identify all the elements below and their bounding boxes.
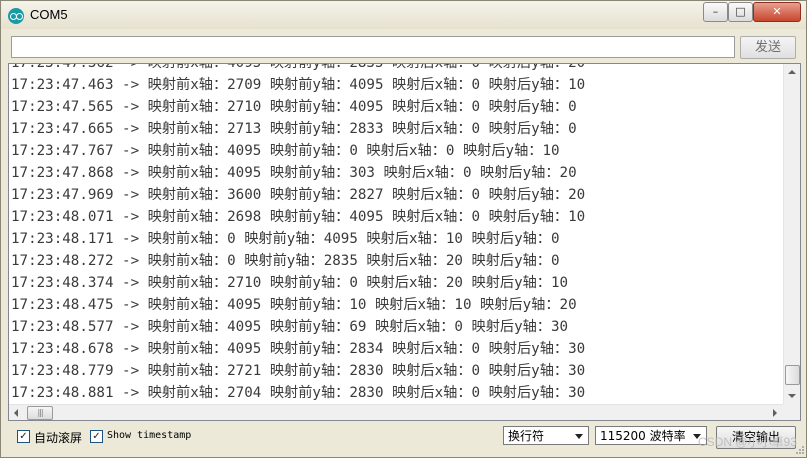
output-line: 17:23:48.577 -> 映射前x轴：4095 映射前y轴：69 映射后x… — [11, 319, 569, 335]
output-line: 17:23:48.779 -> 映射前x轴：2721 映射前y轴：2830 映射… — [11, 363, 586, 379]
arduino-icon — [8, 8, 24, 24]
output-line: 17:23:48.071 -> 映射前x轴：2698 映射前y轴：4095 映射… — [11, 209, 586, 225]
output-line: 17:23:48.881 -> 映射前x轴：2704 映射前y轴：2830 映射… — [11, 385, 586, 401]
line-ending-select[interactable]: 换行符 — [503, 426, 589, 445]
scroll-up-icon[interactable] — [788, 70, 796, 74]
scroll-down-icon[interactable] — [788, 394, 796, 398]
output-line: 17:23:47.868 -> 映射前x轴：4095 映射前y轴：303 映射后… — [11, 165, 577, 181]
send-input[interactable] — [11, 36, 735, 58]
horizontal-scrollbar[interactable]: ||| — [9, 404, 783, 420]
output-line: 17:23:47.362 -> 映射前x轴：4095 映射前y轴：2835 映射… — [11, 63, 586, 71]
output-line: 17:23:48.272 -> 映射前x轴：0 映射前y轴：2835 映射后x轴… — [11, 253, 560, 269]
baud-rate-select[interactable]: 115200 波特率 — [595, 426, 707, 445]
scroll-left-icon[interactable] — [14, 409, 18, 417]
serial-monitor-window: COM5 – □ ✕ 发送 17:23:47.362 -> 映射前x轴：4095… — [0, 0, 807, 458]
minimize-button[interactable]: – — [703, 2, 728, 22]
serial-output-area[interactable]: 17:23:47.362 -> 映射前x轴：4095 映射前y轴：2835 映射… — [8, 63, 801, 421]
output-line: 17:23:48.475 -> 映射前x轴：4095 映射前y轴：10 映射后x… — [11, 297, 577, 313]
output-lines: 17:23:47.362 -> 映射前x轴：4095 映射前y轴：2835 映射… — [11, 63, 786, 404]
vertical-scroll-thumb[interactable] — [785, 365, 800, 385]
baud-rate-value: 115200 波特率 — [600, 429, 686, 443]
output-line: 17:23:47.463 -> 映射前x轴：2709 映射前y轴：4095 映射… — [11, 77, 586, 93]
horizontal-scroll-thumb[interactable]: ||| — [27, 406, 53, 420]
output-line: 17:23:48.171 -> 映射前x轴：0 映射前y轴：4095 映射后x轴… — [11, 231, 560, 247]
close-button[interactable]: ✕ — [753, 2, 801, 22]
vertical-scrollbar[interactable] — [783, 64, 800, 404]
window-title: COM5 — [30, 7, 68, 22]
show-timestamp-label[interactable]: Show timestamp — [107, 430, 191, 441]
output-line: 17:23:47.767 -> 映射前x轴：4095 映射前y轴：0 映射后x轴… — [11, 143, 560, 159]
output-line: 17:23:48.374 -> 映射前x轴：2710 映射前y轴：0 映射后x轴… — [11, 275, 569, 291]
output-line: 17:23:48.678 -> 映射前x轴：4095 映射前y轴：2834 映射… — [11, 341, 586, 357]
footer-bar: ✓ 自动滚屏 ✓ Show timestamp 换行符 115200 波特率 清… — [1, 423, 806, 457]
resize-grip-icon[interactable] — [795, 445, 805, 455]
output-line: 17:23:47.565 -> 映射前x轴：2710 映射前y轴：4095 映射… — [11, 99, 577, 115]
output-line: 17:23:47.665 -> 映射前x轴：2713 映射前y轴：2833 映射… — [11, 121, 577, 137]
autoscroll-checkbox[interactable]: ✓ — [17, 430, 30, 443]
scrollbar-corner — [783, 404, 800, 420]
output-line: 17:23:47.969 -> 映射前x轴：3600 映射前y轴：2827 映射… — [11, 187, 586, 203]
show-timestamp-checkbox[interactable]: ✓ — [90, 430, 103, 443]
line-ending-value: 换行符 — [508, 429, 545, 443]
chevron-down-icon — [575, 434, 583, 439]
watermark: CSDN @小小卓93 — [698, 435, 797, 449]
scroll-right-icon[interactable] — [773, 409, 777, 417]
maximize-button[interactable]: □ — [728, 2, 753, 22]
title-bar[interactable]: COM5 – □ ✕ — [1, 1, 806, 29]
autoscroll-label[interactable]: 自动滚屏 — [34, 429, 82, 446]
send-button[interactable]: 发送 — [740, 36, 796, 59]
